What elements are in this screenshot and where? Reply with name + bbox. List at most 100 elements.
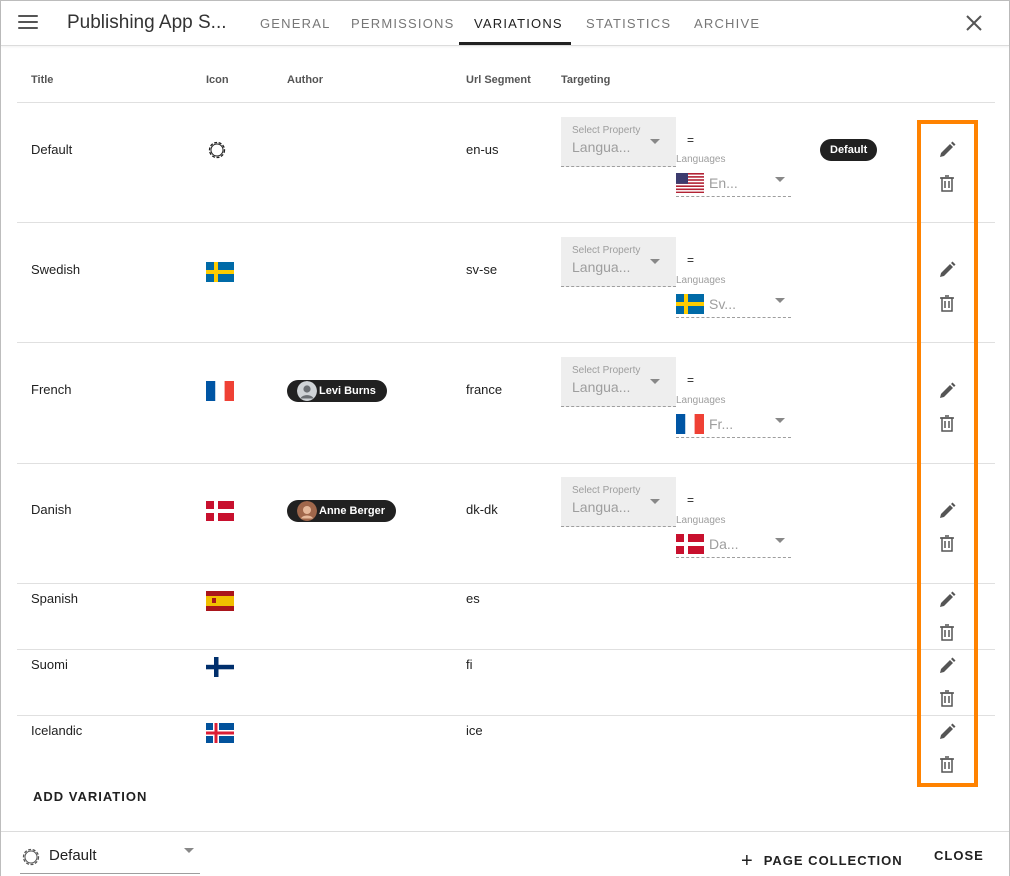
close-icon[interactable] [962, 11, 986, 35]
column-header-title: Title [31, 74, 54, 86]
author-chip[interactable]: Levi Burns [287, 380, 387, 402]
page-collection-label: PAGE COLLECTION [763, 853, 903, 868]
operator-equals: = [687, 493, 695, 507]
france-flag-icon [676, 414, 704, 434]
languages-dropdown[interactable]: En... [676, 171, 791, 197]
tab-permissions[interactable]: PERMISSIONS [351, 16, 455, 31]
edit-icon[interactable] [937, 501, 957, 521]
hamburger-menu-icon[interactable] [18, 15, 38, 31]
select-property-label: Select Property [572, 485, 641, 496]
delete-icon[interactable] [937, 533, 957, 553]
author-name: Levi Burns [319, 385, 376, 397]
select-property-label: Select Property [572, 365, 641, 376]
select-property-dropdown[interactable]: Select Property Langua... [561, 357, 676, 407]
divider [17, 342, 995, 343]
operator-equals: = [687, 133, 695, 147]
divider [17, 463, 995, 464]
row-url-segment: en-us [466, 142, 499, 157]
caret-down-icon [775, 177, 785, 182]
edit-icon[interactable] [937, 381, 957, 401]
row-title-default: Default [31, 142, 73, 157]
select-property-dropdown[interactable]: Select Property Langua... [561, 117, 676, 167]
divider [17, 222, 995, 223]
row-url-segment: fi [466, 657, 473, 672]
divider [17, 102, 995, 103]
row-title-swedish: Swedish [31, 262, 81, 277]
divider [17, 649, 995, 650]
dialog-window: Publishing App S... GENERAL PERMISSIONS … [0, 0, 1010, 876]
select-property-value: Langua... [572, 499, 631, 515]
us-flag-icon [676, 173, 704, 193]
dialog-footer: Default + PAGE COLLECTION CLOSE [1, 831, 1009, 876]
edit-icon[interactable] [937, 590, 957, 610]
languages-value: Fr... [709, 416, 734, 432]
row-title-french: French [31, 382, 72, 397]
delete-icon[interactable] [937, 754, 957, 774]
add-variation-button[interactable]: ADD VARIATION [33, 789, 147, 804]
row-url-segment: ice [466, 723, 483, 738]
denmark-flag-icon [676, 534, 704, 554]
variation-select[interactable]: Default [20, 842, 200, 874]
languages-label: Languages [676, 154, 726, 165]
edit-icon[interactable] [937, 140, 957, 160]
languages-dropdown[interactable]: Fr... [676, 412, 791, 438]
languages-value: Sv... [709, 296, 736, 312]
row-url-segment: france [466, 382, 503, 397]
delete-icon[interactable] [937, 293, 957, 313]
select-property-value: Langua... [572, 139, 631, 155]
languages-value: En... [709, 175, 738, 191]
caret-down-icon [650, 379, 660, 384]
tab-general[interactable]: GENERAL [260, 16, 331, 31]
avatar [297, 381, 317, 401]
select-property-value: Langua... [572, 259, 631, 275]
column-header-author: Author [287, 74, 324, 86]
author-name: Anne Berger [319, 505, 386, 517]
delete-icon[interactable] [937, 173, 957, 193]
edit-icon[interactable] [937, 722, 957, 742]
page-title: Publishing App S... [67, 12, 227, 33]
languages-label: Languages [676, 275, 726, 286]
tab-variations[interactable]: VARIATIONS [474, 16, 563, 31]
caret-down-icon [650, 499, 660, 504]
select-property-dropdown[interactable]: Select Property Langua... [561, 477, 676, 527]
delete-icon[interactable] [937, 413, 957, 433]
select-property-value: Langua... [572, 379, 631, 395]
row-url-segment: es [466, 591, 480, 606]
languages-label: Languages [676, 395, 726, 406]
denmark-flag-icon [206, 501, 234, 521]
edit-icon[interactable] [937, 656, 957, 676]
page-collection-button[interactable]: + PAGE COLLECTION [741, 848, 903, 872]
caret-down-icon [775, 538, 785, 543]
row-url-segment: dk-dk [466, 502, 498, 517]
languages-dropdown[interactable]: Da... [676, 532, 791, 558]
column-header-url-segment: Url Segment [466, 74, 531, 86]
row-title-suomi: Suomi [31, 657, 68, 672]
gear-icon [22, 848, 40, 866]
spain-flag-icon [206, 591, 234, 611]
delete-icon[interactable] [937, 688, 957, 708]
sweden-flag-icon [676, 294, 704, 314]
languages-value: Da... [709, 536, 739, 552]
languages-dropdown[interactable]: Sv... [676, 292, 791, 318]
close-button[interactable]: CLOSE [934, 848, 984, 863]
select-property-dropdown[interactable]: Select Property Langua... [561, 237, 676, 287]
languages-label: Languages [676, 515, 726, 526]
finland-flag-icon [206, 657, 234, 677]
edit-icon[interactable] [937, 260, 957, 280]
caret-down-icon [775, 418, 785, 423]
tab-archive[interactable]: ARCHIVE [694, 16, 760, 31]
row-title-icelandic: Icelandic [31, 723, 83, 738]
variation-select-value: Default [49, 847, 97, 864]
tab-statistics[interactable]: STATISTICS [586, 16, 671, 31]
dialog-header: Publishing App S... GENERAL PERMISSIONS … [1, 1, 1009, 46]
select-property-label: Select Property [572, 125, 641, 136]
row-title-spanish: Spanish [31, 591, 78, 606]
operator-equals: = [687, 373, 695, 387]
caret-down-icon [184, 848, 194, 853]
delete-icon[interactable] [937, 622, 957, 642]
iceland-flag-icon [206, 723, 234, 743]
author-chip[interactable]: Anne Berger [287, 500, 397, 522]
row-url-segment: sv-se [466, 262, 498, 277]
plus-icon: + [741, 850, 754, 872]
active-tab-indicator [459, 42, 571, 45]
